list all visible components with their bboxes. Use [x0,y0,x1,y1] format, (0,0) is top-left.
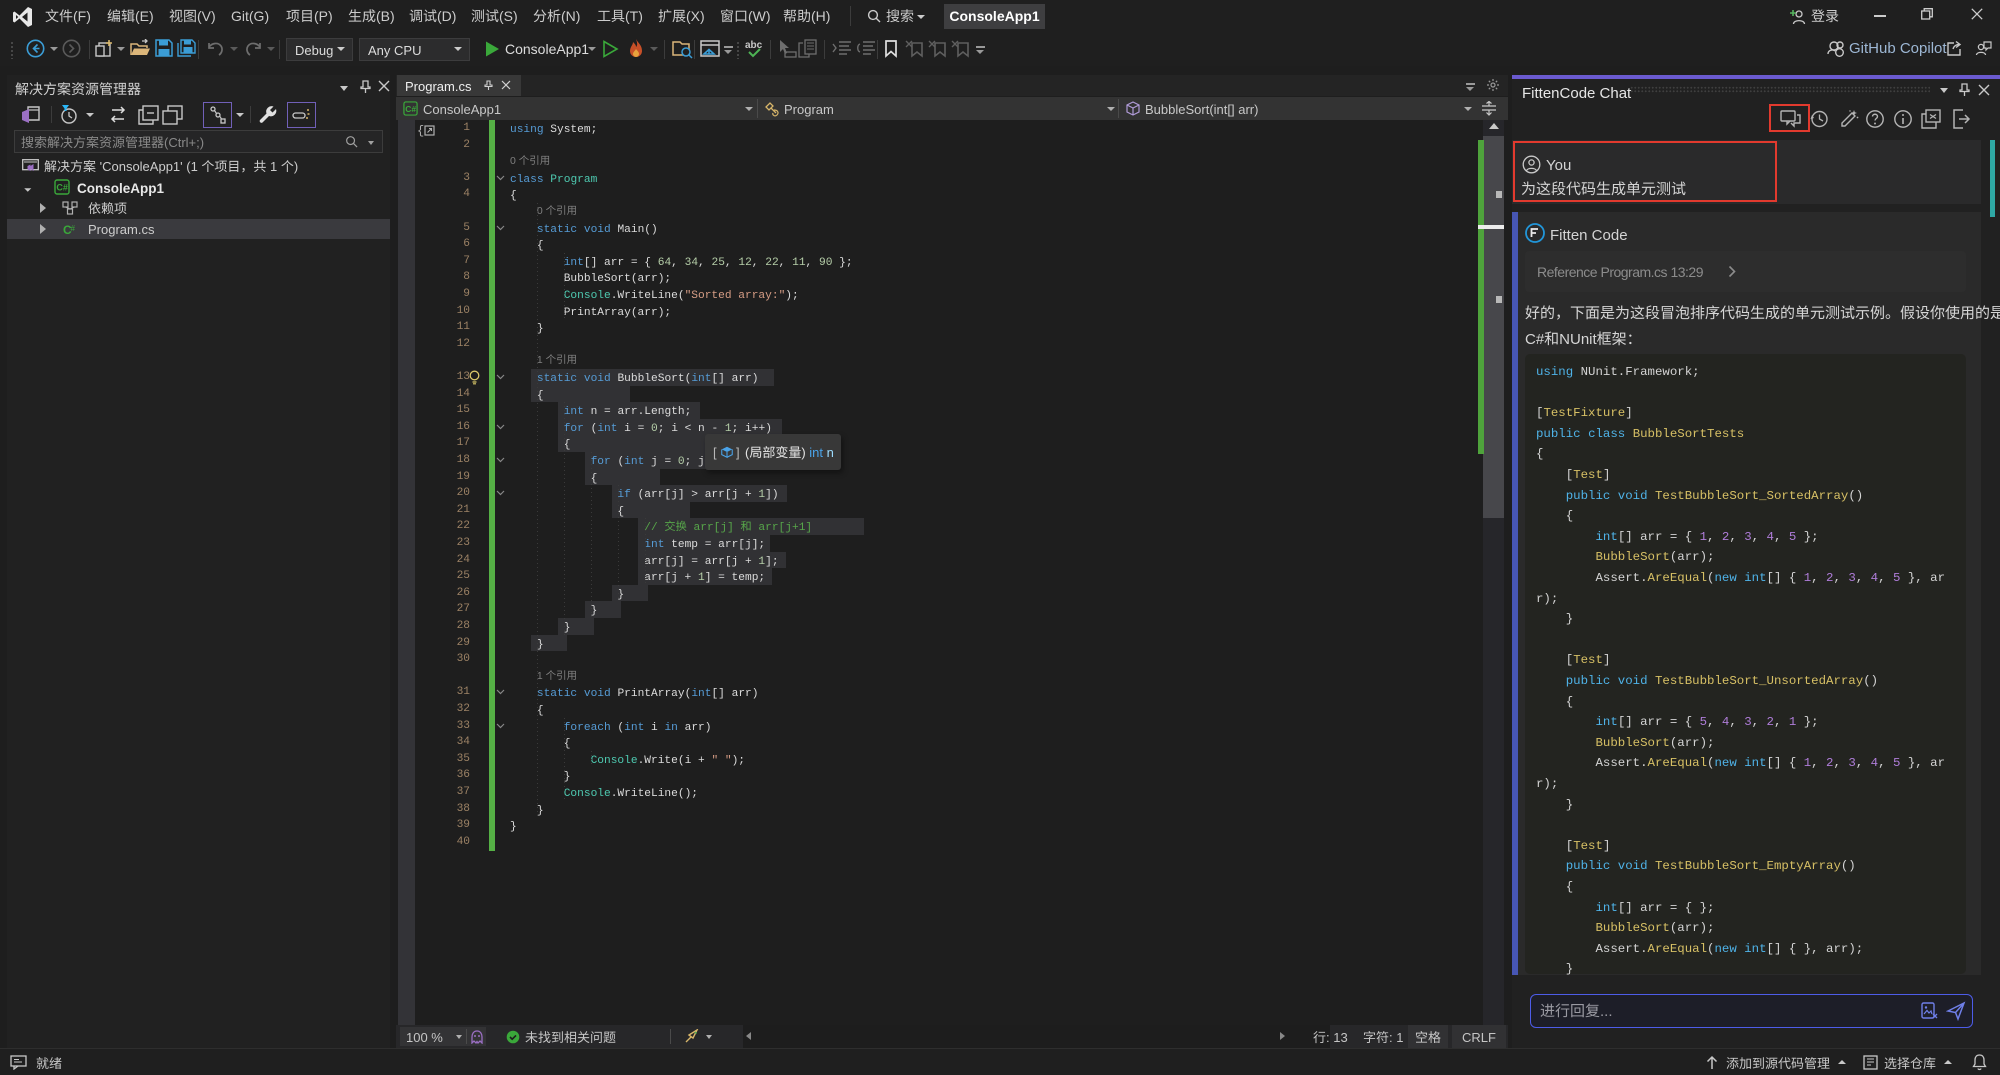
svg-text:#: # [71,224,76,233]
svg-text:C#: C# [405,104,416,114]
svg-text:{: { [417,124,424,137]
svg-text:C#: C# [56,183,68,193]
